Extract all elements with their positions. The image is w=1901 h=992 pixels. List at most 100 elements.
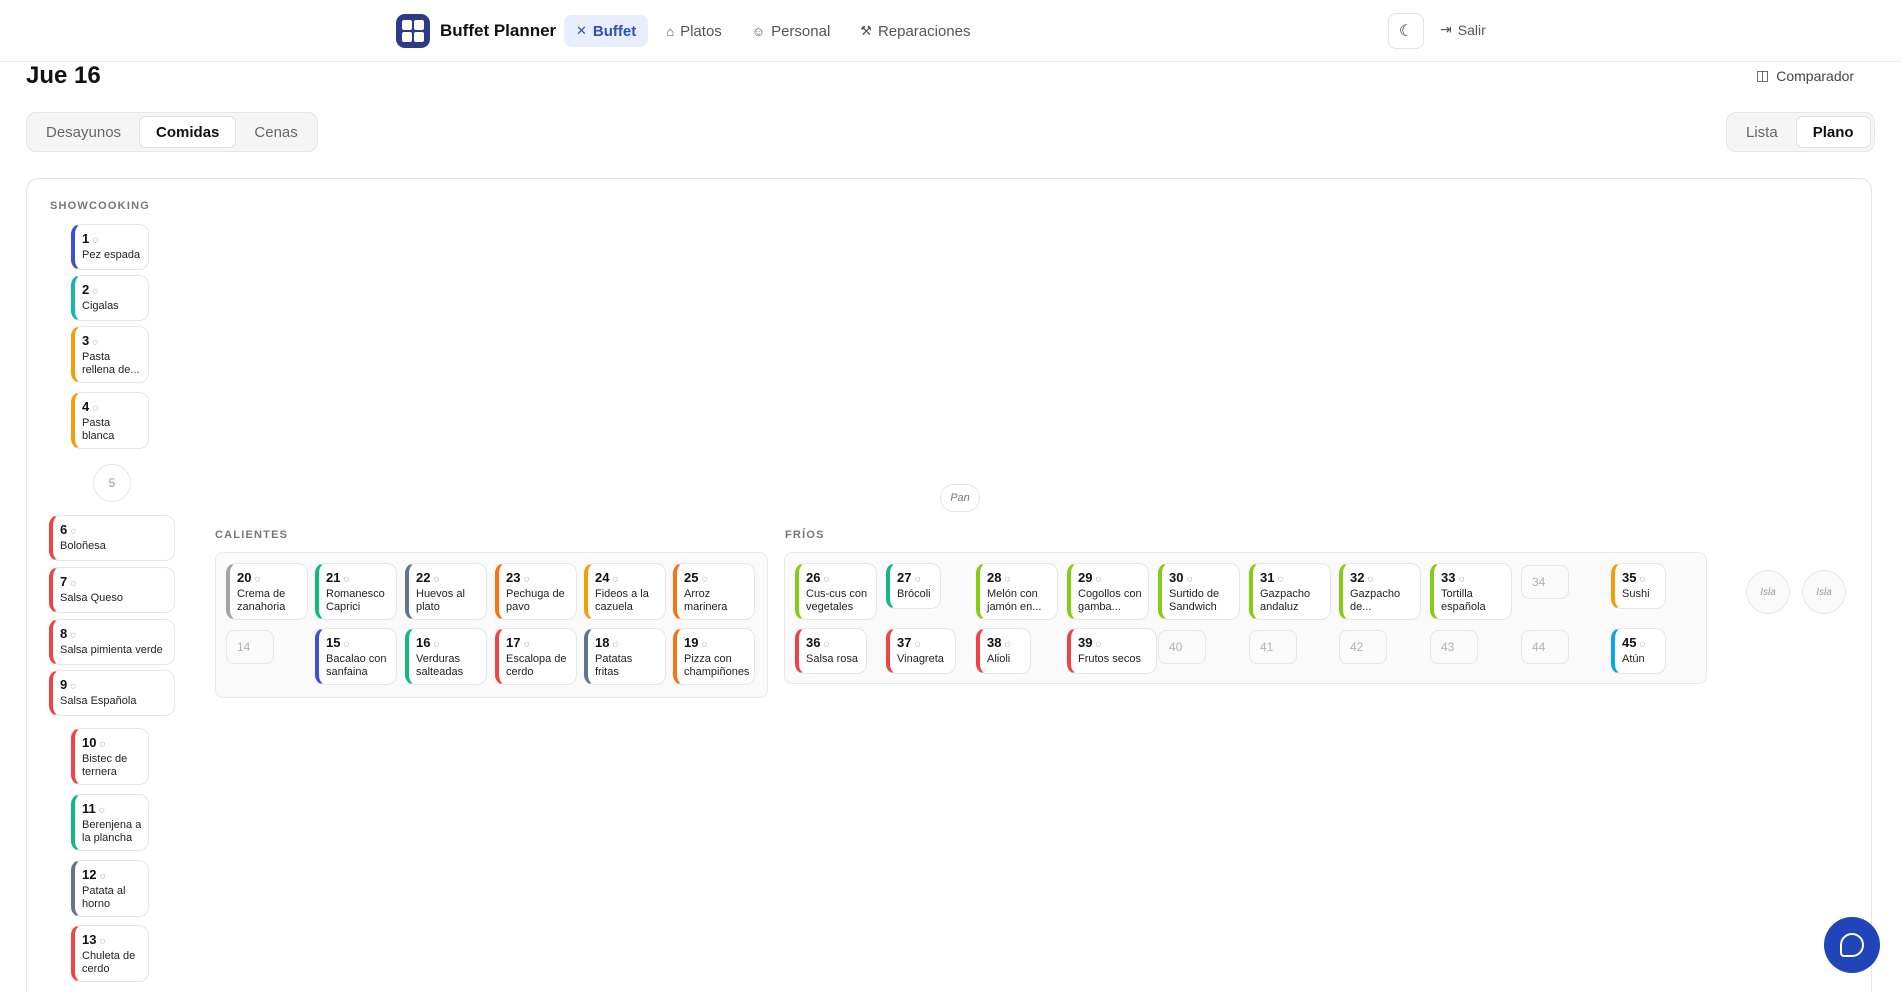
dish-category-icon: ◌ (1639, 639, 1646, 650)
dish-number: 6 (60, 522, 68, 537)
dish-number: 3 (82, 333, 90, 348)
dish-card[interactable]: 37 ◌ Vinagreta (886, 628, 956, 674)
dish-category-icon: ◌ (343, 574, 350, 585)
dish-card[interactable]: 9 ◌ Salsa Española (49, 670, 175, 716)
dish-number: 20 (237, 570, 252, 585)
dish-card[interactable]: 31 ◌ Gazpacho andaluz (1249, 563, 1331, 620)
dish-card[interactable]: 4 ◌ Pasta blanca (71, 392, 149, 449)
brand[interactable]: Buffet Planner (396, 14, 556, 48)
dish-card[interactable]: 22 ◌ Huevos al plato (405, 563, 487, 620)
utensils-icon: ✕ (576, 23, 587, 38)
comparador-button[interactable]: ◫ Comparador (1756, 67, 1854, 84)
dish-category-icon: ◌ (701, 639, 708, 650)
dish-card[interactable]: 21 ◌ Romanesco Caprici (315, 563, 397, 620)
dish-card[interactable]: 2 ◌ Cigalas (71, 275, 149, 321)
empty-slot[interactable]: 44 (1521, 630, 1569, 664)
dish-card[interactable]: 16 ◌ Verduras salteadas (405, 628, 487, 685)
tab-platos[interactable]: ⌂ Platos (654, 15, 734, 47)
dish-card[interactable]: 36 ◌ Salsa rosa (795, 628, 867, 674)
dish-category-icon: ◌ (823, 639, 830, 650)
dish-category-icon: ◌ (523, 639, 530, 650)
dish-card[interactable]: 32 ◌ Gazpacho de... (1339, 563, 1421, 620)
dish-card[interactable]: 18 ◌ Patatas fritas (584, 628, 666, 685)
dish-name: Pasta rellena de... (82, 351, 140, 376)
dish-number: 12 (82, 867, 97, 882)
tab-plano[interactable]: Plano (1795, 116, 1871, 148)
tab-comidas[interactable]: Comidas (139, 116, 237, 148)
dish-card[interactable]: 28 ◌ Melón con jamón en... (976, 563, 1058, 620)
dish-category-icon: ◌ (914, 639, 921, 650)
tab-reparaciones[interactable]: ⚒ Reparaciones (848, 15, 982, 47)
dish-card[interactable]: 38 ◌ Alioli (976, 628, 1031, 674)
columns-icon: ◫ (1756, 67, 1770, 83)
dish-number: 13 (82, 932, 97, 947)
tab-personal[interactable]: ☺ Personal (740, 15, 842, 47)
isla-station[interactable]: Isla (1802, 570, 1846, 614)
dish-card[interactable]: 6 ◌ Boloñesa (49, 515, 175, 561)
dish-number: 15 (326, 635, 341, 650)
logout-button[interactable]: ⇥ Salir (1440, 21, 1486, 38)
tab-cenas[interactable]: Cenas (238, 116, 313, 148)
dish-card[interactable]: 33 ◌ Tortilla española (1430, 563, 1512, 620)
dish-card[interactable]: 45 ◌ Atún (1611, 628, 1666, 674)
dish-card[interactable]: 12 ◌ Patata al horno (71, 860, 149, 917)
pan-station[interactable]: Pan (940, 484, 980, 512)
dish-card[interactable]: 11 ◌ Berenjena a la plancha (71, 794, 149, 851)
dish-card[interactable]: 3 ◌ Pasta rellena de... (71, 326, 149, 383)
empty-slot[interactable]: 41 (1249, 630, 1297, 664)
tab-desayunos[interactable]: Desayunos (30, 116, 137, 148)
dish-card[interactable]: 29 ◌ Cogollos con gamba... (1067, 563, 1149, 620)
dish-name: Atún (1622, 653, 1645, 665)
chat-button[interactable] (1824, 917, 1880, 973)
dish-card[interactable]: 25 ◌ Arroz marinera (673, 563, 755, 620)
moon-icon: ☾ (1398, 23, 1414, 40)
dish-card[interactable]: 39 ◌ Frutos secos (1067, 628, 1157, 674)
section-showcooking: SHOWCOOKING (50, 200, 150, 212)
dish-category-icon: ◌ (612, 574, 619, 585)
dish-category-icon: ◌ (92, 403, 99, 414)
dish-name: Alioli (987, 653, 1011, 665)
dish-name: Salsa Española (60, 695, 137, 707)
dish-card[interactable]: 26 ◌ Cus-cus con vegetales (795, 563, 877, 620)
dish-card[interactable]: 1 ◌ Pez espada (71, 224, 149, 270)
dish-card[interactable]: 10 ◌ Bistec de ternera (71, 728, 149, 785)
tab-buffet[interactable]: ✕ Buffet (564, 15, 649, 47)
dish-number: 16 (416, 635, 431, 650)
section-calientes: CALIENTES (215, 529, 289, 541)
dish-card[interactable]: 8 ◌ Salsa pimienta verde (49, 619, 175, 665)
dish-card[interactable]: 7 ◌ Salsa Queso (49, 567, 175, 613)
dish-name: Surtido de Sandwich (1169, 588, 1220, 613)
empty-slot[interactable]: 43 (1430, 630, 1478, 664)
dish-category-icon: ◌ (823, 574, 830, 585)
dish-card[interactable]: 13 ◌ Chuleta de cerdo (71, 925, 149, 982)
dish-number: 24 (595, 570, 610, 585)
dish-card[interactable]: 35 ◌ Sushi (1611, 563, 1666, 609)
dish-name: Salsa Queso (60, 592, 123, 604)
dish-card[interactable]: 19 ◌ Pizza con champiñones (673, 628, 755, 685)
section-frios: FRÍOS (785, 529, 825, 541)
dish-name: Gazpacho de... (1350, 588, 1401, 613)
dish-card[interactable]: 20 ◌ Crema de zanahoria (226, 563, 308, 620)
empty-slot[interactable]: 5 (93, 464, 131, 502)
dish-card[interactable]: 17 ◌ Escalopa de cerdo (495, 628, 577, 685)
isla-station[interactable]: Isla (1746, 570, 1790, 614)
dish-number: 7 (60, 574, 68, 589)
dish-name: Bacalao con sanfaina (326, 653, 387, 678)
dish-name: Berenjena a la plancha (82, 819, 142, 844)
empty-slot[interactable]: 34 (1521, 565, 1569, 599)
dish-card[interactable]: 27 ◌ Brócoli (886, 563, 941, 609)
dish-category-icon: ◌ (1095, 639, 1102, 650)
dish-card[interactable]: 24 ◌ Fideos a la cazuela (584, 563, 666, 620)
dish-card[interactable]: 15 ◌ Bacalao con sanfaina (315, 628, 397, 685)
dish-name: Pechuga de pavo (506, 588, 565, 613)
dish-card[interactable]: 23 ◌ Pechuga de pavo (495, 563, 577, 620)
dish-category-icon: ◌ (70, 681, 77, 692)
dish-card[interactable]: 30 ◌ Surtido de Sandwich (1158, 563, 1240, 620)
dish-number: 39 (1078, 635, 1093, 650)
tab-lista[interactable]: Lista (1730, 116, 1794, 148)
dish-number: 19 (684, 635, 699, 650)
theme-toggle-button[interactable]: ☾ (1388, 13, 1424, 49)
empty-slot[interactable]: 42 (1339, 630, 1387, 664)
empty-slot[interactable]: 14 (226, 630, 274, 664)
empty-slot[interactable]: 40 (1158, 630, 1206, 664)
